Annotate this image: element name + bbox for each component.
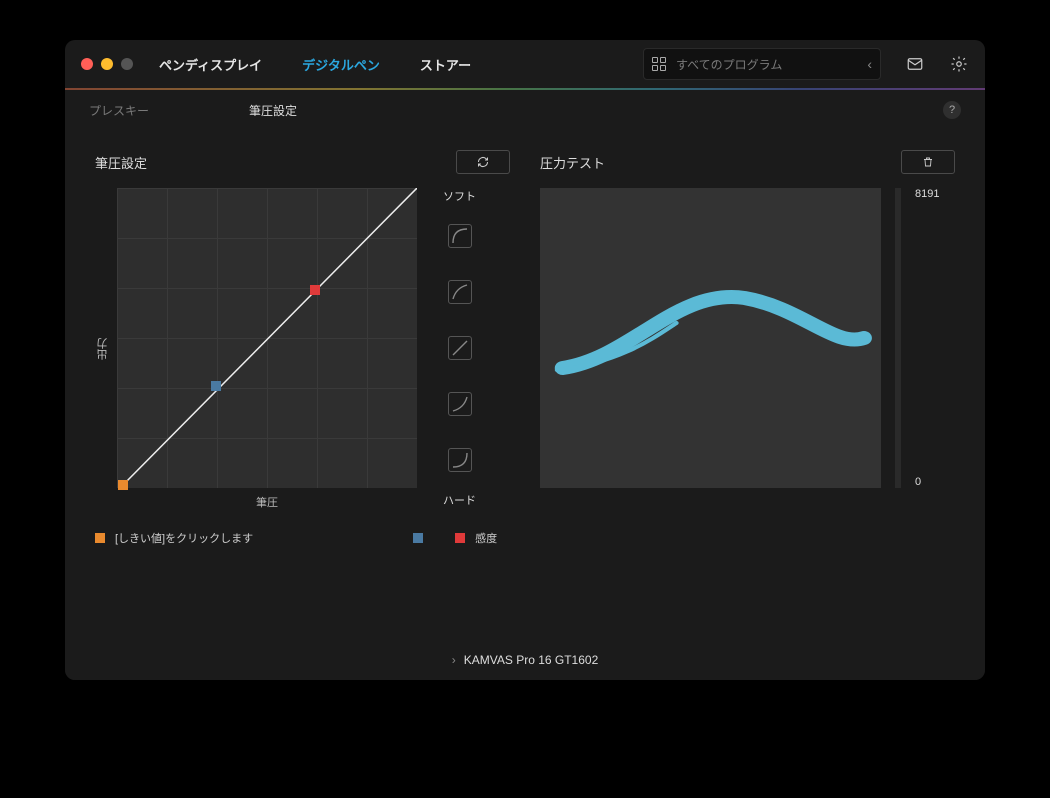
pressure-min-value: 0 [915,476,921,488]
reset-curve-button[interactable] [456,150,510,174]
curve-preset-3[interactable] [448,336,472,360]
soft-label: ソフト [443,188,476,204]
pressure-curve-line [117,188,417,488]
pressure-curve-chart[interactable] [117,188,417,488]
clear-test-button[interactable] [901,150,955,174]
legend-threshold-label: [しきい値]をクリックします [115,530,253,546]
curve-legend: [しきい値]をクリックします 感度 [95,530,510,546]
curve-preset-5[interactable] [448,448,472,472]
chart-y-axis-label: 出力 [95,338,111,360]
content-area: 筆圧設定 出力 [65,130,985,640]
device-name: KAMVAS Pro 16 GT1602 [464,653,599,667]
pressure-settings-panel: 筆圧設定 出力 [95,150,510,640]
window-controls [81,58,133,70]
gear-icon[interactable] [949,55,969,73]
device-bar[interactable]: › KAMVAS Pro 16 GT1602 [65,640,985,680]
pressure-test-canvas[interactable] [540,188,881,488]
curve-preset-1[interactable] [448,224,472,248]
pressure-gauge [895,188,901,488]
application-selector-label: すべてのプログラム [676,56,782,73]
tab-digital-pen[interactable]: デジタルペン [302,55,380,74]
curve-preset-2[interactable] [448,280,472,304]
pressure-max-value: 8191 [915,188,939,200]
pressure-settings-title: 筆圧設定 [95,153,147,172]
sensitivity-handle[interactable] [310,285,320,295]
trash-icon [922,156,934,168]
mail-icon[interactable] [905,55,925,73]
accent-divider [65,88,985,90]
legend-sensitivity-label: 感度 [475,530,497,546]
subtab-press-key[interactable]: プレスキー [89,102,149,119]
pressure-chart-wrap: 出力 筆圧 [95,188,433,510]
maximize-window-button[interactable] [121,58,133,70]
primary-tabs: ペンディスプレイ デジタルペン ストアー [159,55,471,74]
apps-grid-icon [652,57,666,71]
help-button[interactable]: ? [943,101,961,119]
subtab-pressure-settings[interactable]: 筆圧設定 [249,102,297,119]
curve-preset-4[interactable] [448,392,472,416]
chevron-right-icon: › [452,653,456,667]
tab-pen-display[interactable]: ペンディスプレイ [159,55,262,74]
sub-tabs: プレスキー 筆圧設定 ? [65,90,985,130]
curve-preset-column: ソフト ハード [443,188,476,488]
application-selector[interactable]: すべてのプログラム ‹ [643,48,881,80]
pressure-test-title: 圧力テスト [540,153,605,172]
chart-x-axis-label: 筆圧 [117,494,417,510]
threshold-swatch [95,533,105,543]
sensitivity-swatch [455,533,465,543]
mid-handle[interactable] [211,381,221,391]
hard-label: ハード [443,492,476,508]
pressure-test-panel: 圧力テスト 8191 0 [540,150,955,640]
close-window-button[interactable] [81,58,93,70]
app-window: ペンディスプレイ デジタルペン ストアー すべてのプログラム ‹ プレスキー 筆… [65,40,985,680]
threshold-handle[interactable] [118,480,128,490]
chevron-left-icon: ‹ [867,56,872,72]
minimize-window-button[interactable] [101,58,113,70]
mid-swatch [413,533,423,543]
tab-store[interactable]: ストアー [420,55,471,74]
refresh-icon [477,156,489,168]
pressure-scale: 8191 0 [915,188,955,488]
titlebar: ペンディスプレイ デジタルペン ストアー すべてのプログラム ‹ [65,40,985,88]
